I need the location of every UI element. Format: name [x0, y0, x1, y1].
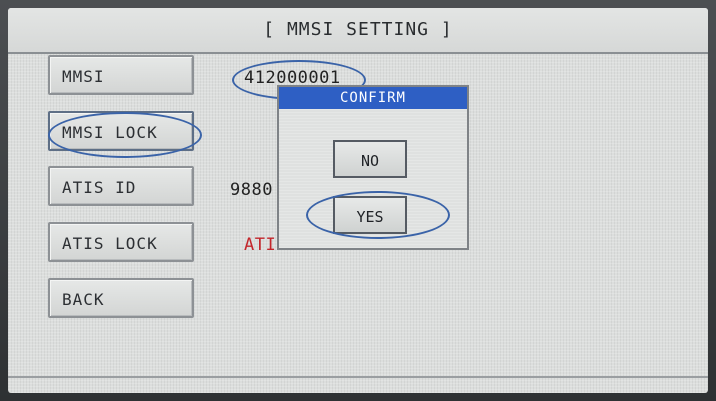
menu-button-atis-id[interactable]: ATIS ID: [48, 166, 194, 206]
atis-lock-value: ATI: [244, 235, 277, 255]
confirm-dialog-title: CONFIRM: [279, 87, 467, 109]
lcd-screen: [ MMSI SETTING ] MMSI MMSI LOCK ATIS ID …: [8, 8, 708, 393]
yes-button[interactable]: YES: [333, 196, 407, 234]
title-bar: [ MMSI SETTING ]: [8, 8, 708, 54]
no-button[interactable]: NO: [333, 140, 407, 178]
menu-button-back[interactable]: BACK: [48, 278, 194, 318]
confirm-dialog: CONFIRM NO YES: [277, 85, 469, 250]
menu-button-mmsi-lock[interactable]: MMSI LOCK: [48, 111, 194, 151]
page-title: [ MMSI SETTING ]: [263, 19, 453, 40]
menu-button-atis-lock[interactable]: ATIS LOCK: [48, 222, 194, 262]
atis-id-value: 9880: [230, 180, 273, 200]
bottom-divider: [8, 376, 708, 378]
menu-button-mmsi[interactable]: MMSI: [48, 55, 194, 95]
